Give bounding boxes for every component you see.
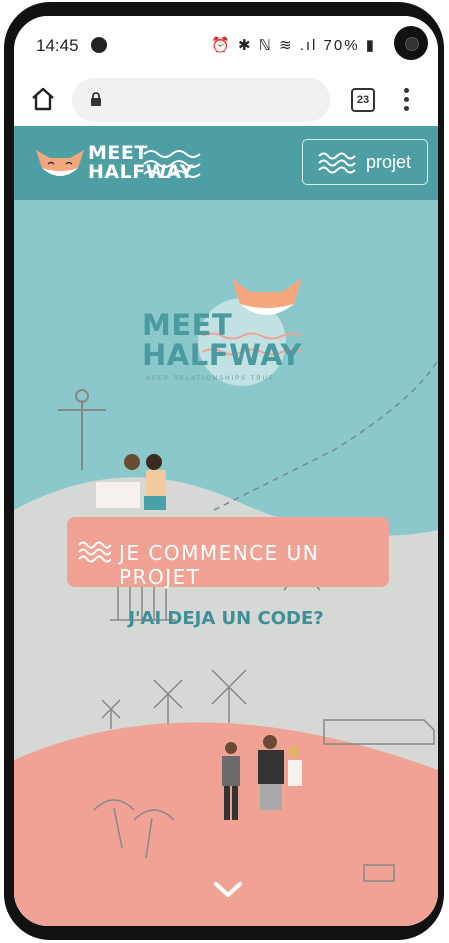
screen: 14:45 ⏰ ✱ ℕ ≋ .ıl 70% ▮ 23 MEET HALFWAY …	[14, 16, 438, 926]
projet-button[interactable]: projet	[302, 139, 428, 185]
camera-cutout	[394, 26, 428, 60]
hero-section: MEET HALFWAY KEEP RELATIONSHIPS TRUE JE …	[14, 200, 438, 926]
site-header: MEET HALFWAY projet	[14, 126, 438, 200]
chevron-down-icon[interactable]	[212, 880, 244, 900]
lock-icon	[91, 92, 101, 106]
start-project-label: JE COMMENCE UN PROJET	[119, 541, 320, 589]
address-bar[interactable]	[72, 78, 330, 122]
waves-icon	[318, 152, 356, 174]
hero-logo-tagline: KEEP RELATIONSHIPS TRUE	[146, 376, 276, 382]
status-time: 14:45	[36, 36, 79, 55]
tabs-icon[interactable]: 23	[351, 88, 375, 112]
spotify-icon	[91, 37, 107, 53]
start-project-button[interactable]: JE COMMENCE UN PROJET	[67, 517, 389, 589]
hero-logo-line2: HALFWAY	[142, 338, 302, 372]
hero-logo: MEET HALFWAY KEEP RELATIONSHIPS TRUE	[142, 270, 322, 390]
waves-icon	[78, 541, 111, 563]
phone-frame: 14:45 ⏰ ✱ ℕ ≋ .ıl 70% ▮ 23 MEET HALFWAY …	[4, 2, 444, 940]
existing-code-link[interactable]: J'AI DEJA UN CODE?	[14, 608, 438, 629]
more-vert-icon[interactable]	[404, 88, 410, 112]
status-icons: ⏰ ✱ ℕ ≋ .ıl 70% ▮	[211, 37, 376, 54]
home-icon[interactable]	[30, 86, 56, 112]
hero-logo-line1: MEET	[142, 308, 233, 342]
status-icon-glyphs: ⏰ ✱ ℕ ≋ .ıl	[211, 37, 318, 54]
hero-logo-text: MEET HALFWAY	[142, 310, 302, 370]
waves-icon	[143, 150, 201, 178]
fox-icon	[36, 150, 84, 176]
brand-logo[interactable]: MEET HALFWAY	[32, 140, 202, 188]
browser-toolbar: 23	[14, 74, 438, 126]
status-bar: 14:45 ⏰ ✱ ℕ ≋ .ıl 70% ▮	[14, 16, 438, 74]
battery-level: 70%	[323, 37, 360, 54]
projet-label: projet	[366, 152, 412, 172]
